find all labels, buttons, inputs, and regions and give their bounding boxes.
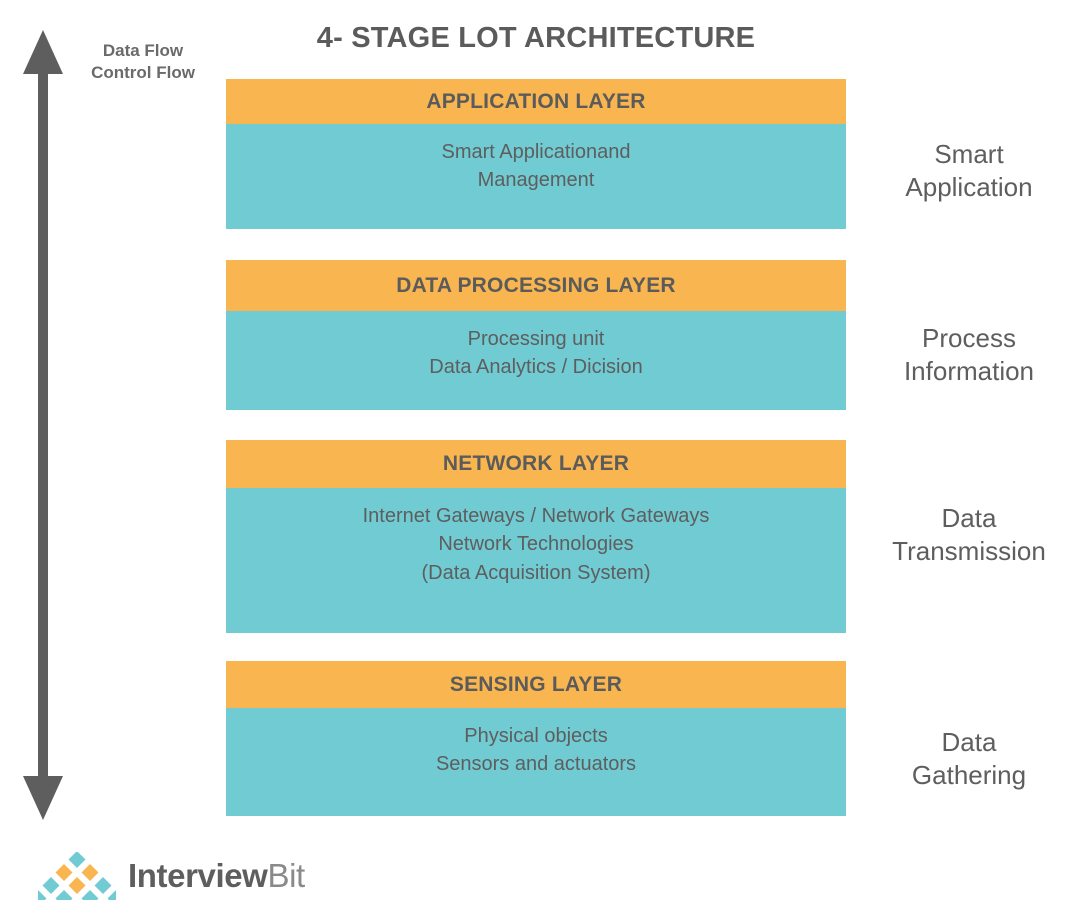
stage-label-data-transmission: Data Transmission	[862, 502, 1076, 569]
flow-arrow-label: Data Flow Control Flow	[68, 40, 218, 85]
layer-body-line: (Data Acquisition System)	[421, 561, 651, 584]
layer-body-data-processing: Processing unit Data Analytics / Dicisio…	[226, 311, 846, 410]
stage-label-line: Smart	[934, 139, 1004, 169]
layer-block-network: NETWORK LAYER Internet Gateways / Networ…	[226, 440, 846, 633]
flow-arrow-label-line-1: Data Flow	[102, 41, 184, 60]
brand-name-light: Bit	[267, 857, 305, 894]
layer-body-line: Smart Applicationand	[441, 141, 631, 163]
stage-label-line: Transmission	[892, 536, 1046, 567]
interviewbit-logo: InterviewBit	[38, 852, 305, 900]
layer-body-line: Sensors and actuators	[435, 753, 637, 776]
layer-body-line: Management	[477, 169, 595, 192]
layer-header-network: NETWORK LAYER	[226, 440, 846, 488]
page-title: 4- STAGE LOT ARCHITECTURE	[316, 22, 756, 54]
stage-label-smart-application: Smart Application	[862, 138, 1076, 205]
stage-label-line: Gathering	[911, 760, 1027, 791]
brand-name-bold: Interview	[128, 857, 268, 894]
layer-block-sensing: SENSING LAYER Physical objects Sensors a…	[226, 661, 846, 816]
layer-body-line: Network Technologies	[438, 533, 634, 556]
layer-body-network: Internet Gateways / Network Gateways Net…	[226, 488, 846, 633]
layer-header-application: APPLICATION LAYER	[226, 79, 846, 124]
layer-body-sensing: Physical objects Sensors and actuators	[226, 708, 846, 816]
interviewbit-diamond-pyramid-icon	[38, 852, 116, 900]
stage-label-process-information: Process Information	[862, 322, 1076, 389]
layer-block-data-processing: DATA PROCESSING LAYER Processing unit Da…	[226, 260, 846, 410]
layer-header-data-processing: DATA PROCESSING LAYER	[226, 260, 846, 311]
layer-header-sensing: SENSING LAYER	[226, 661, 846, 708]
stage-label-line: Application	[905, 172, 1033, 203]
interviewbit-wordmark: InterviewBit	[128, 857, 305, 895]
layer-body-line: Data Analytics / Dicision	[429, 356, 643, 379]
stage-label-line: Data	[941, 503, 997, 533]
layer-body-line: Processing unit	[467, 328, 605, 350]
stage-label-data-gathering: Data Gathering	[862, 726, 1076, 793]
flow-arrow-label-line-2: Control Flow	[91, 63, 195, 83]
stage-label-line: Information	[903, 356, 1035, 387]
layer-body-line: Internet Gateways / Network Gateways	[362, 505, 710, 527]
layer-block-application: APPLICATION LAYER Smart Applicationand M…	[226, 79, 846, 229]
double-headed-vertical-arrow-icon	[23, 30, 63, 820]
layer-body-line: Physical objects	[464, 725, 608, 747]
stage-label-line: Process	[922, 323, 1016, 353]
layer-body-application: Smart Applicationand Management	[226, 124, 846, 229]
stage-label-line: Data	[941, 727, 997, 757]
